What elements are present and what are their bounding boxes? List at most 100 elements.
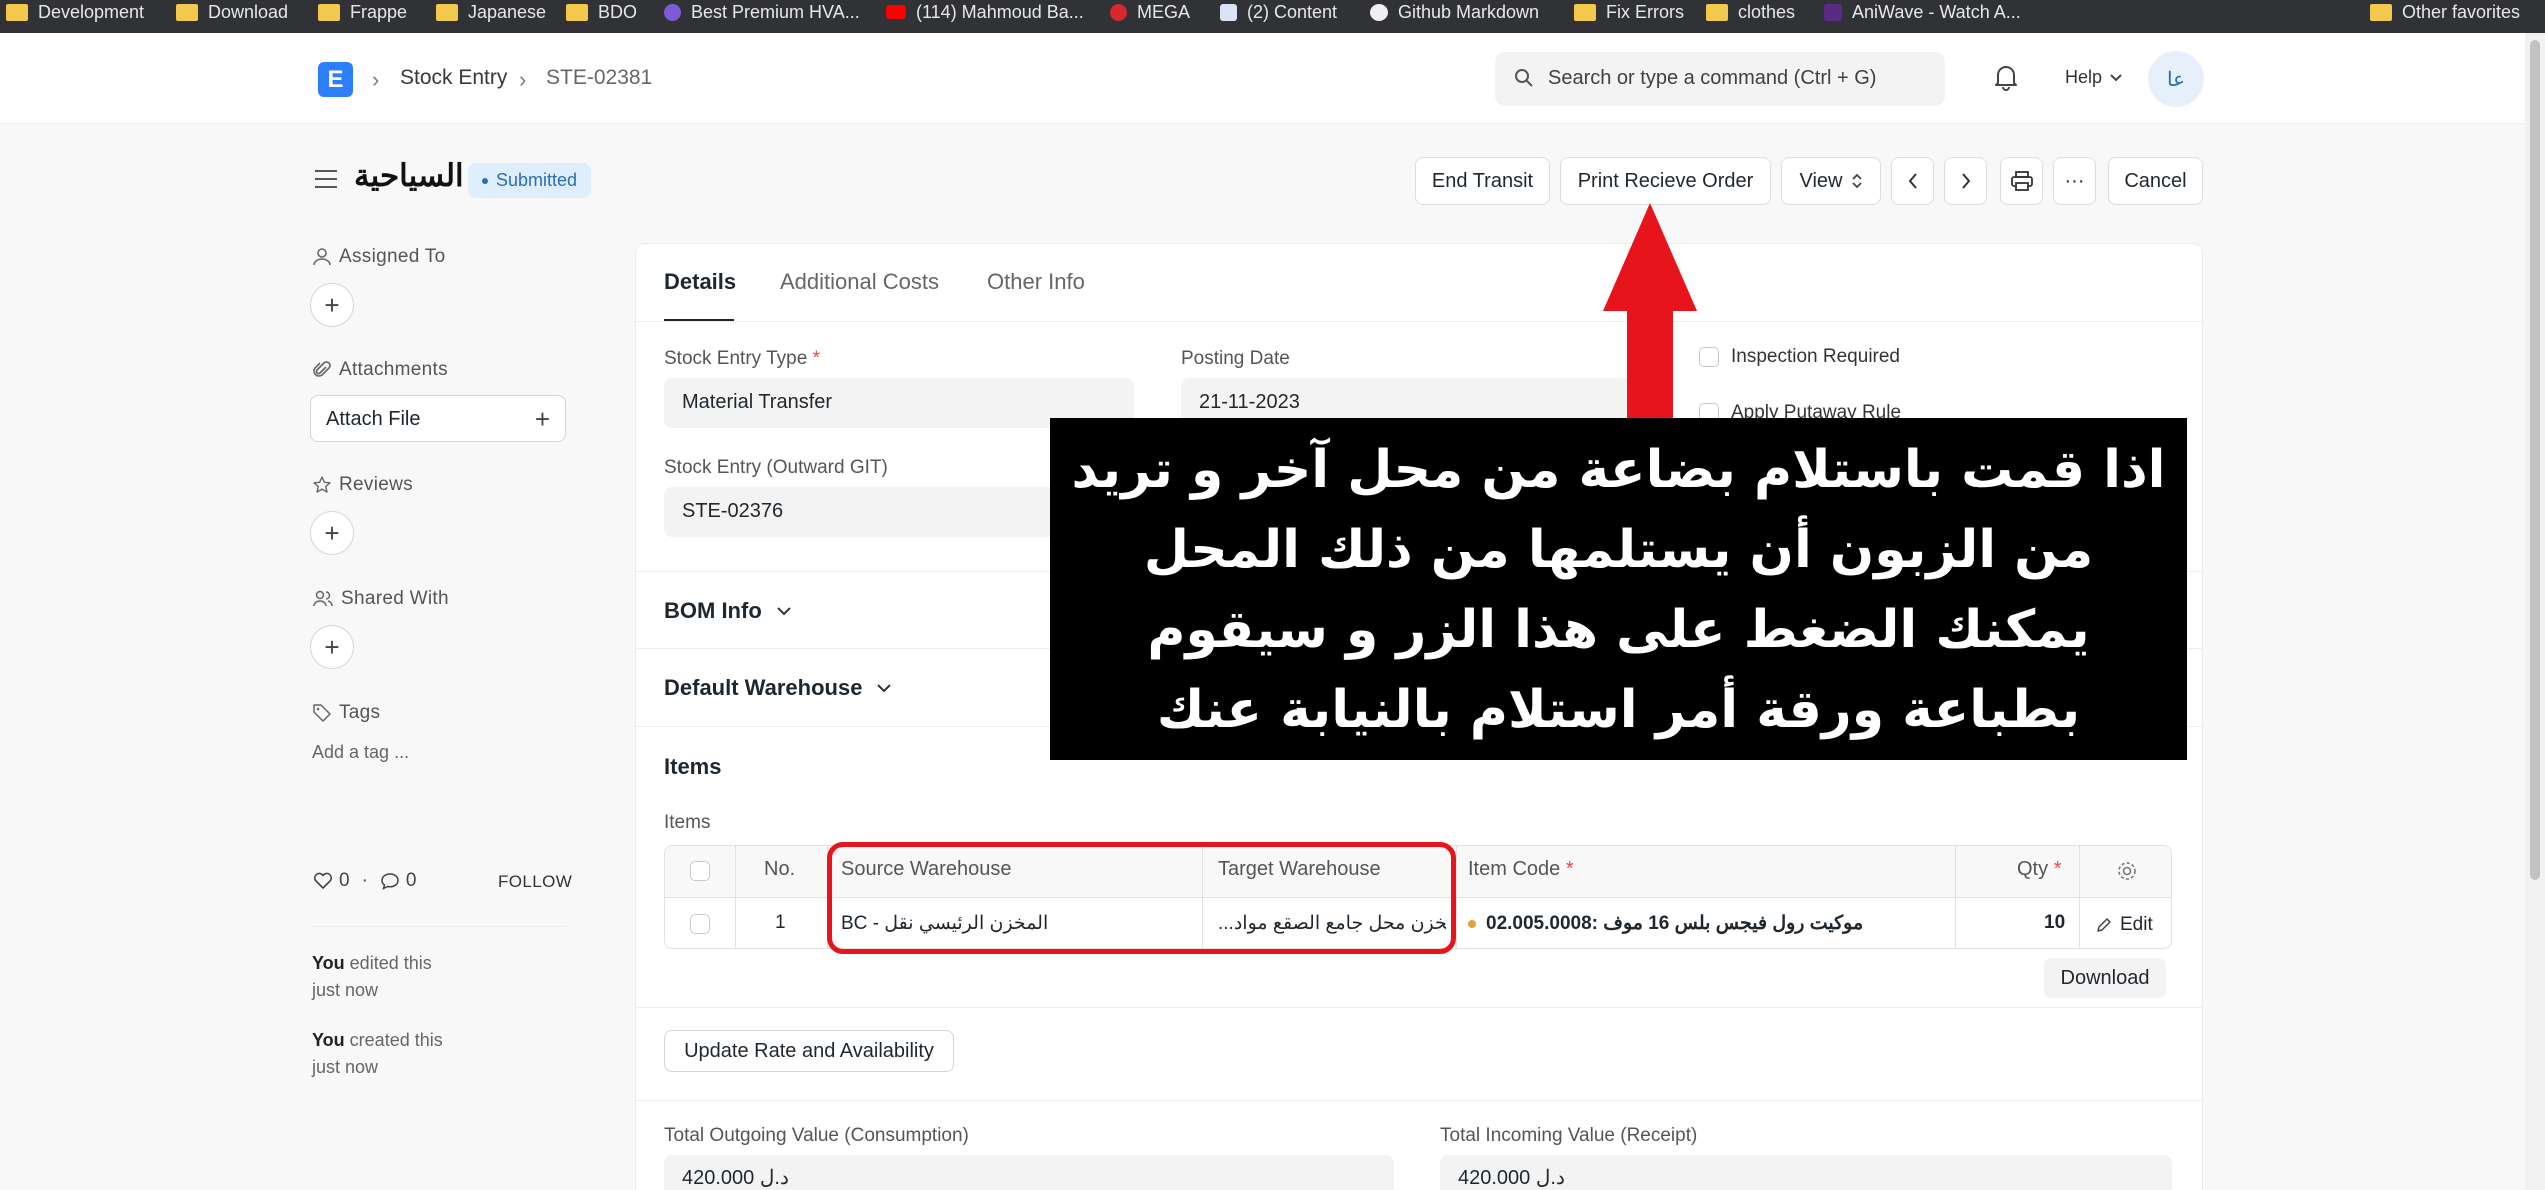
breadcrumb-stock-entry[interactable]: Stock Entry	[400, 66, 507, 90]
attach-file-label: Attach File	[326, 408, 421, 430]
status-dot-icon	[1468, 919, 1476, 928]
bookmark-label: Download	[208, 1, 289, 22]
status-dot-icon	[482, 177, 488, 184]
required-mark: *	[1565, 858, 1574, 880]
download-button[interactable]: Download	[2044, 958, 2166, 998]
bookmark-fix-errors[interactable]: Fix Errors	[1574, 0, 1684, 27]
default-warehouse-section[interactable]: Default Warehouse	[664, 675, 892, 701]
column-header-qty: Qty *	[2017, 858, 2061, 881]
follow-button[interactable]: FOLLOW	[498, 872, 572, 892]
total-outgoing-field[interactable]: 420.000 د.ل	[664, 1155, 1394, 1190]
bookmark-label: AniWave - Watch A...	[1852, 1, 2021, 22]
chevron-right-icon: ›	[372, 67, 380, 92]
tab-details[interactable]: Details	[664, 269, 736, 295]
total-outgoing-label: Total Outgoing Value (Consumption)	[664, 1125, 969, 1146]
row-checkbox[interactable]	[690, 914, 710, 934]
status-badge: Submitted	[468, 163, 592, 198]
bookmark-mega[interactable]: MEGA	[1110, 0, 1190, 27]
activity-action: created this	[344, 1030, 443, 1050]
end-transit-button[interactable]: End Transit	[1415, 157, 1550, 205]
user-icon	[313, 248, 331, 266]
attach-file-button[interactable]: Attach File +	[310, 395, 566, 442]
page-title: السياحية	[354, 158, 464, 193]
next-doc-button[interactable]	[1944, 157, 1987, 205]
column-divider	[2079, 846, 2080, 948]
item-code-cell[interactable]: 02.005.0008: موكيت رول فيجس بلس 16 موف	[1468, 912, 1863, 935]
plus-icon: +	[534, 404, 550, 434]
bookmark-content[interactable]: (2) Content	[1220, 0, 1337, 27]
column-divider	[735, 846, 736, 948]
github-icon	[1370, 3, 1388, 21]
bom-info-section[interactable]: BOM Info	[664, 598, 792, 624]
divider	[312, 926, 566, 927]
view-label: View	[1799, 169, 1843, 192]
comments-count: 0	[405, 870, 417, 891]
required-mark: *	[2053, 858, 2062, 880]
folder-icon	[1706, 3, 1728, 21]
chevron-down-icon	[877, 684, 892, 693]
likes-comments: 0 · 0	[313, 870, 416, 892]
activity-action: edited this	[344, 953, 432, 973]
add-assignee-button[interactable]: +	[310, 283, 354, 327]
arrow-up-icon	[1603, 203, 1697, 418]
comment-icon[interactable]	[380, 872, 400, 890]
bookmark-bdo[interactable]: BDO	[566, 0, 637, 27]
section-title: BOM Info	[664, 598, 762, 623]
add-share-button[interactable]: +	[310, 625, 354, 669]
bookmark-development[interactable]: Development	[6, 0, 144, 27]
inspection-required-checkbox[interactable]	[1699, 347, 1719, 367]
view-dropdown[interactable]: View	[1781, 157, 1881, 205]
total-incoming-field[interactable]: 420.000 د.ل	[1440, 1155, 2172, 1190]
tags-heading: Tags	[313, 702, 380, 724]
help-menu[interactable]: Help	[2065, 67, 2102, 88]
hamburger-menu-icon[interactable]	[313, 168, 339, 190]
column-header-item-code: Item Code *	[1468, 858, 1574, 881]
tab-other-info[interactable]: Other Info	[987, 269, 1085, 295]
bookmark-japanese[interactable]: Japanese	[436, 0, 546, 27]
breadcrumb-document[interactable]: STE-02381	[546, 66, 652, 90]
activity-time: just now	[312, 1057, 379, 1077]
edit-row-button[interactable]: Edit	[2096, 914, 2153, 936]
divider	[636, 1100, 2202, 1101]
users-icon	[313, 590, 333, 607]
select-all-checkbox[interactable]	[690, 861, 710, 881]
reviews-heading: Reviews	[313, 474, 413, 496]
print-receive-order-button[interactable]: Print Recieve Order	[1560, 157, 1771, 205]
update-rate-button[interactable]: Update Rate and Availability	[664, 1030, 954, 1072]
bookmark-other-favorites[interactable]: Other favorites	[2370, 0, 2520, 27]
column-header-text: Qty	[2017, 858, 2049, 880]
previous-doc-button[interactable]	[1891, 157, 1934, 205]
bookmark-aniwave[interactable]: AniWave - Watch A...	[1824, 0, 2021, 27]
bookmark-frappe[interactable]: Frappe	[318, 0, 407, 27]
search-bar[interactable]: Search or type a command (Ctrl + G)	[1495, 52, 1945, 106]
notification-bell-icon[interactable]	[1993, 63, 2019, 91]
folder-icon	[566, 3, 588, 21]
site-icon	[664, 3, 681, 21]
tab-additional-costs[interactable]: Additional Costs	[780, 269, 939, 295]
star-icon	[313, 476, 331, 493]
user-avatar[interactable]: عا	[2148, 51, 2204, 107]
folder-icon	[176, 3, 198, 21]
add-review-button[interactable]: +	[310, 511, 354, 555]
app-logo[interactable]: E	[318, 62, 353, 97]
bookmark-github-markdown[interactable]: Github Markdown	[1370, 0, 1539, 27]
bookmark-download[interactable]: Download	[176, 0, 288, 27]
more-actions-button[interactable]: ···	[2053, 157, 2096, 205]
bookmark-label: Japanese	[468, 1, 547, 22]
scrollbar-thumb[interactable]	[2530, 40, 2540, 880]
add-tag-link[interactable]: Add a tag ...	[312, 742, 409, 763]
folder-icon	[318, 3, 340, 21]
qty-cell[interactable]: 10	[2044, 912, 2065, 934]
activity-actor: You	[312, 1030, 345, 1050]
column-divider	[1955, 846, 1956, 948]
cancel-button[interactable]: Cancel	[2108, 157, 2203, 205]
bookmark-clothes[interactable]: clothes	[1706, 0, 1795, 27]
bookmark-label: (2) Content	[1247, 1, 1338, 22]
bookmark-youtube[interactable]: (114) Mahmoud Ba...	[886, 0, 1084, 27]
highlight-box	[827, 842, 1456, 954]
gear-icon[interactable]	[2116, 860, 2138, 882]
tag-icon	[313, 704, 331, 722]
bookmark-best-premium[interactable]: Best Premium HVA...	[664, 0, 860, 27]
print-button[interactable]	[2000, 157, 2043, 205]
heart-icon[interactable]	[313, 872, 333, 890]
